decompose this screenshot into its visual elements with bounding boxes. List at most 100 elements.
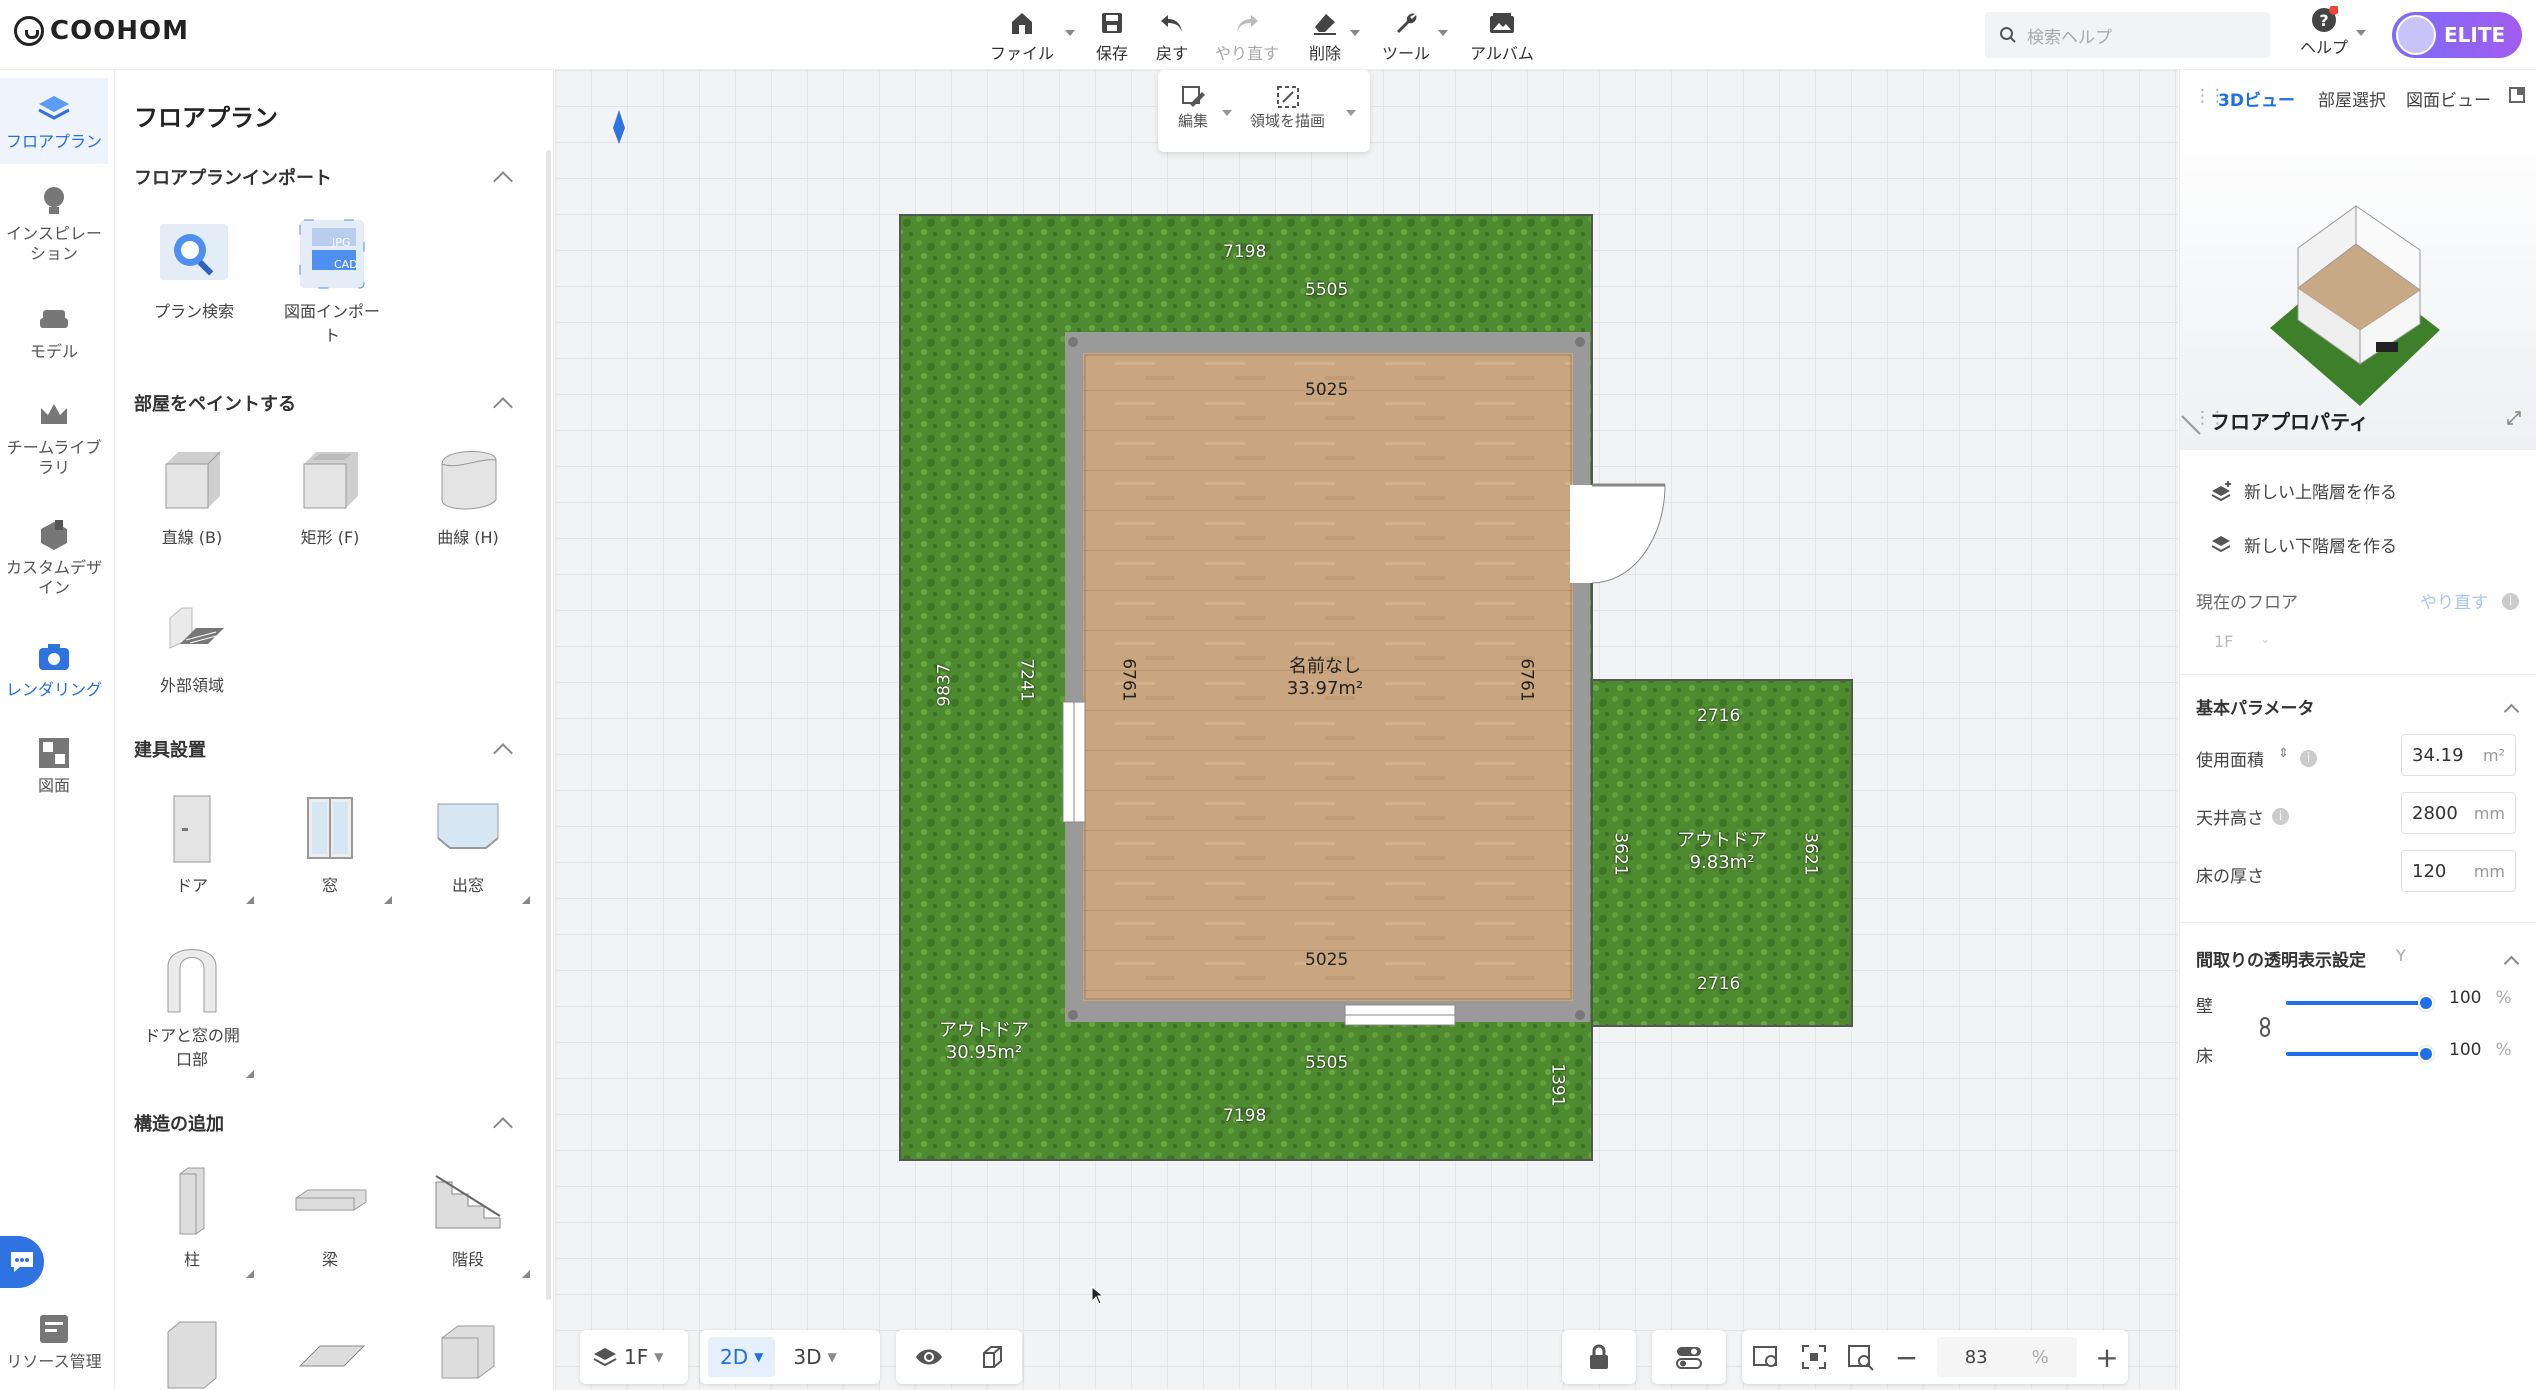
floor-slider-knob[interactable]	[2418, 1046, 2434, 1062]
album-button[interactable]: アルバム	[1470, 6, 1534, 64]
save-button[interactable]: 保存	[1095, 6, 1129, 64]
help-icon: ?	[2312, 6, 2338, 32]
view-3d-button[interactable]: 3D ▼	[781, 1337, 848, 1377]
rail-item-resource-management[interactable]: リソース管理	[0, 1310, 108, 1372]
app-logo[interactable]: COOHOM	[14, 16, 189, 46]
floor-opacity-slider[interactable]	[2286, 1046, 2434, 1062]
link-icon[interactable]	[2258, 1016, 2272, 1038]
outdoor-annex-label[interactable]: アウトドア 9.83m²	[1667, 830, 1777, 874]
rail-item-team-library[interactable]: チームライブラリ	[0, 396, 108, 478]
edit-button[interactable]: 編集	[1178, 84, 1208, 131]
account-button[interactable]: ELITE	[2392, 12, 2522, 58]
beam-item[interactable]: 梁	[270, 1162, 390, 1272]
3d-preview[interactable]	[2180, 120, 2536, 450]
exterior-area-item[interactable]: 外部領域	[132, 588, 252, 698]
current-floor-redo-link[interactable]: やり直す	[2420, 588, 2488, 613]
lock-tool[interactable]	[1562, 1330, 1636, 1384]
help-button[interactable]: ? ヘルプ	[2300, 6, 2348, 58]
zoom-in-icon[interactable]: +	[2095, 1341, 2118, 1374]
rail-item-inspiration[interactable]: インスピレーション	[0, 182, 108, 264]
structure-item-5[interactable]	[270, 1310, 390, 1390]
search-help-input[interactable]: 検索ヘルプ	[1985, 12, 2270, 58]
zoom-input[interactable]: 83 %	[1936, 1337, 2077, 1377]
collapse-icon[interactable]	[2503, 703, 2520, 720]
zoom-area-icon[interactable]	[1846, 1343, 1876, 1371]
eye-icon[interactable]	[914, 1346, 944, 1368]
expand-corner-icon[interactable]	[522, 896, 530, 904]
wall-slider-knob[interactable]	[2418, 995, 2434, 1011]
floor-thickness-input[interactable]: 120 mm	[2401, 850, 2516, 892]
rail-item-drawing[interactable]: 図面	[0, 734, 108, 796]
drawing-import-item[interactable]: 図面インポート	[272, 214, 392, 348]
floorplan-drawing[interactable]	[555, 70, 2178, 1390]
ceiling-height-input[interactable]: 2800 mm	[2401, 792, 2516, 834]
new-upper-floor-button[interactable]: 新しい上階層を作る	[2210, 478, 2397, 503]
collapse-icon[interactable]	[493, 397, 513, 417]
rectangle-tool-item[interactable]: 矩形 (F)	[270, 440, 390, 550]
curve-tool-item[interactable]: 曲線 (H)	[408, 440, 528, 550]
new-lower-floor-button[interactable]: 新しい下階層を作る	[2210, 532, 2397, 557]
tools-caret-icon[interactable]	[1438, 30, 1448, 36]
right-door[interactable]	[1570, 485, 1592, 583]
collapse-icon[interactable]	[2503, 955, 2520, 972]
toggle-tool[interactable]	[1652, 1330, 1726, 1384]
stairs-item[interactable]: 階段	[408, 1162, 528, 1272]
expand-corner-icon[interactable]	[522, 1270, 530, 1278]
popout-icon[interactable]	[2508, 86, 2526, 104]
redo-button[interactable]: やり直す	[1215, 6, 1279, 64]
line-tool-item[interactable]: 直線 (B)	[132, 440, 252, 550]
expand-corner-icon[interactable]	[246, 896, 254, 904]
expand-corner-icon[interactable]	[246, 1070, 254, 1078]
delete-button[interactable]: 削除	[1308, 6, 1342, 64]
rail-item-custom-design[interactable]: カスタムデザイン	[0, 516, 108, 598]
floor-dropdown[interactable]: 1F ▼	[580, 1337, 675, 1377]
rail-item-model[interactable]: モデル	[0, 300, 108, 362]
outdoor-label[interactable]: アウトドア 30.95m²	[929, 1020, 1039, 1064]
rail-item-floorplan[interactable]: フロアプラン	[0, 78, 108, 164]
collapse-icon[interactable]	[493, 1117, 513, 1137]
undo-button[interactable]: 戻す	[1155, 6, 1189, 64]
expand-corner-icon[interactable]	[384, 896, 392, 904]
floor-selector[interactable]: 1F ▼	[580, 1330, 688, 1384]
window-item[interactable]: 窓	[270, 788, 390, 898]
expand-icon[interactable]	[2506, 410, 2522, 426]
library-scrollbar[interactable]	[546, 150, 551, 1300]
fit-screen-icon[interactable]	[1800, 1343, 1828, 1371]
draw-area-caret-icon[interactable]	[1346, 110, 1356, 116]
delete-caret-icon[interactable]	[1350, 30, 1360, 36]
display-tools	[896, 1330, 1022, 1384]
expand-corner-icon[interactable]	[246, 1270, 254, 1278]
zoom-out-icon[interactable]: −	[1895, 1341, 1918, 1374]
cube-view-icon[interactable]	[979, 1344, 1005, 1370]
tools-menu-button[interactable]: ツール	[1382, 6, 1430, 64]
file-caret-icon[interactable]	[1065, 30, 1075, 36]
outdoor-area-value: 30.95m²	[945, 1042, 1023, 1063]
file-label: ファイル	[990, 44, 1055, 63]
draw-area-button[interactable]: 領域を描画	[1250, 84, 1325, 131]
wall-opacity-input[interactable]: 100 %	[2449, 988, 2512, 1008]
plan-search-item[interactable]: プラン検索	[134, 214, 254, 324]
help-caret-icon[interactable]	[2356, 30, 2366, 36]
collapse-icon[interactable]	[493, 743, 513, 763]
area-input[interactable]: 34.19 m²	[2401, 734, 2516, 776]
door-item[interactable]: ドア	[132, 788, 252, 898]
file-menu-button[interactable]: ファイル	[990, 6, 1054, 64]
opening-item[interactable]: ドアと窓の開口部	[132, 938, 252, 1072]
view-settings-icon[interactable]	[1751, 1343, 1781, 1371]
rail-item-rendering[interactable]: レンダリング	[0, 638, 108, 700]
sort-icon[interactable]: ⇕	[2278, 746, 2289, 761]
structure-item-4[interactable]	[132, 1310, 252, 1390]
edit-caret-icon[interactable]	[1222, 110, 1232, 116]
view-2d-button[interactable]: 2D ▼	[708, 1337, 776, 1377]
floorplan-canvas[interactable]: 7198 5505 5025 5025 5505 7198 9837 7241 …	[555, 70, 2178, 1390]
bay-window-item[interactable]: 出窓	[408, 788, 528, 898]
tab-3d-view[interactable]: 3Dビュー	[2218, 86, 2295, 111]
floor-opacity-input[interactable]: 100 %	[2449, 1040, 2512, 1060]
collapse-icon[interactable]	[493, 171, 513, 191]
tab-room-select[interactable]: 部屋選択	[2318, 86, 2386, 111]
wall-opacity-slider[interactable]	[2286, 995, 2434, 1011]
tab-drawing-view[interactable]: 図面ビュー	[2406, 86, 2491, 111]
column-item[interactable]: 柱	[132, 1162, 252, 1272]
structure-item-6[interactable]	[408, 1310, 528, 1390]
room-label[interactable]: 名前なし 33.97m²	[1275, 656, 1375, 700]
